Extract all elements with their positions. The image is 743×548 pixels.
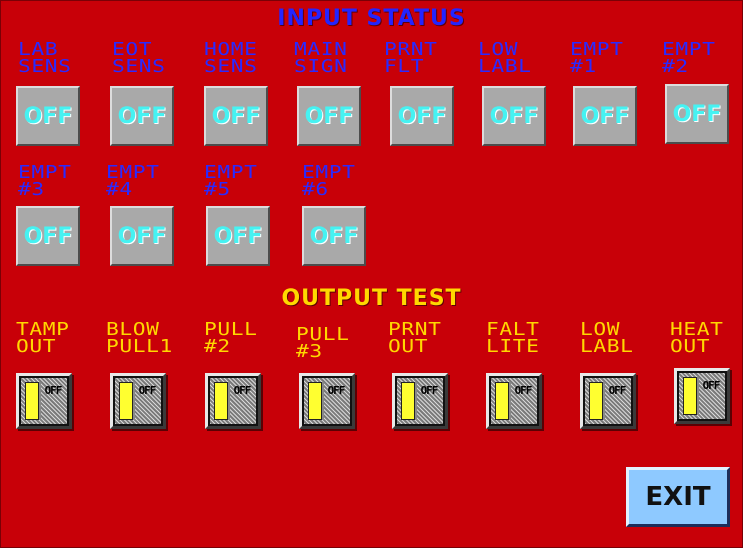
output-label-tamp-out: TAMP OUT xyxy=(16,319,70,357)
hmi-screen xyxy=(0,0,743,548)
toggle-state-text: OFF xyxy=(702,379,721,392)
toggle-state-text: OFF xyxy=(420,384,439,397)
output-test-title: OUTPUT TEST xyxy=(281,286,462,311)
status-button-prnt-flt[interactable]: OFF xyxy=(390,86,454,146)
status-button-main-sign[interactable]: OFF xyxy=(297,86,361,146)
input-label-main-sign: MAIN SIGN xyxy=(294,39,348,77)
toggle-state-text: OFF xyxy=(233,384,252,397)
input-label-eot-sens: EOT SENS xyxy=(112,39,166,77)
input-status-title: INPUT STATUS xyxy=(277,6,466,31)
status-button-home-sens[interactable]: OFF xyxy=(204,86,268,146)
toggle-switch-pull-3[interactable]: OFF xyxy=(299,373,355,429)
toggle-state-text: OFF xyxy=(608,384,627,397)
status-button-low-labl[interactable]: OFF xyxy=(482,86,546,146)
toggle-state-text: OFF xyxy=(138,384,157,397)
output-label-pull-2: PULL #2 xyxy=(204,319,258,357)
switch-lever-icon xyxy=(589,382,603,420)
status-button-empt-6[interactable]: OFF xyxy=(302,206,366,266)
toggle-switch-pull-2[interactable]: OFF xyxy=(205,373,261,429)
input-label-empt-6: EMPT #6 xyxy=(302,162,356,200)
input-label-empt-4: EMPT #4 xyxy=(106,162,160,200)
toggle-switch-prnt-out[interactable]: OFF xyxy=(392,373,448,429)
toggle-switch-tamp-out[interactable]: OFF xyxy=(16,373,72,429)
output-label-pull-3: PULL #3 xyxy=(296,324,350,362)
input-label-home-sens: HOME SENS xyxy=(204,39,258,77)
switch-lever-icon xyxy=(214,382,228,420)
output-label-blow-pull1: BLOW PULL1 xyxy=(106,319,173,357)
input-label-low-labl: LOW LABL xyxy=(478,39,532,77)
status-button-empt-1[interactable]: OFF xyxy=(573,86,637,146)
status-button-lab-sens[interactable]: OFF xyxy=(16,86,80,146)
toggle-state-text: OFF xyxy=(514,384,533,397)
status-button-empt-4[interactable]: OFF xyxy=(110,206,174,266)
switch-lever-icon xyxy=(25,382,39,420)
status-button-empt-3[interactable]: OFF xyxy=(16,206,80,266)
input-label-prnt-flt: PRNT FLT xyxy=(384,39,438,77)
output-label-prnt-out: PRNT OUT xyxy=(388,319,442,357)
toggle-state-text: OFF xyxy=(327,384,346,397)
switch-lever-icon xyxy=(119,382,133,420)
exit-button[interactable]: EXIT xyxy=(626,467,730,527)
output-label-low-labl: LOW LABL xyxy=(580,319,634,357)
input-label-empt-5: EMPT #5 xyxy=(204,162,258,200)
toggle-switch-blow-pull1[interactable]: OFF xyxy=(110,373,166,429)
input-label-empt-1: EMPT #1 xyxy=(570,39,624,77)
toggle-switch-falt-lite[interactable]: OFF xyxy=(486,373,542,429)
switch-lever-icon xyxy=(308,382,322,420)
status-button-empt-5[interactable]: OFF xyxy=(206,206,270,266)
output-label-falt-lite: FALT LITE xyxy=(486,319,540,357)
output-label-heat-out: HEAT OUT xyxy=(670,319,724,357)
toggle-switch-low-labl[interactable]: OFF xyxy=(580,373,636,429)
input-label-empt-3: EMPT #3 xyxy=(18,162,72,200)
input-label-empt-2: EMPT #2 xyxy=(662,39,716,77)
input-label-lab-sens: LAB SENS xyxy=(18,39,72,77)
switch-lever-icon xyxy=(495,382,509,420)
toggle-state-text: OFF xyxy=(44,384,63,397)
status-button-eot-sens[interactable]: OFF xyxy=(110,86,174,146)
status-button-empt-2[interactable]: OFF xyxy=(665,84,729,144)
switch-lever-icon xyxy=(683,377,697,415)
toggle-switch-heat-out[interactable]: OFF xyxy=(674,368,730,424)
switch-lever-icon xyxy=(401,382,415,420)
